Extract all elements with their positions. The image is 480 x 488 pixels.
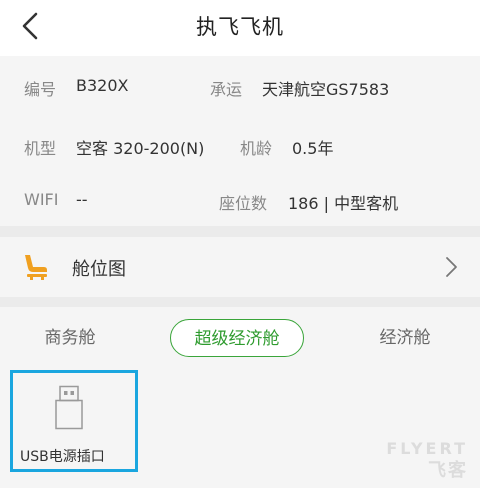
usb-icon: [55, 385, 83, 430]
cabin-tabs: 商务舱 超级经济舱 经济舱: [0, 307, 480, 367]
chevron-right-icon: [446, 257, 457, 277]
age-label: 机龄: [240, 139, 273, 158]
seats-label: 座位数: [219, 194, 268, 213]
info-row-model: 机型 空客 320-200(N) 机龄 0.5年: [0, 135, 480, 165]
info-row-wifi: WIFI -- 座位数 186 | 中型客机: [0, 190, 480, 220]
flyert-watermark: FLYERT 飞客: [386, 439, 468, 482]
tab-business[interactable]: 商务舱: [30, 319, 110, 357]
registration-label: 编号: [24, 80, 57, 99]
section-divider: [0, 297, 480, 307]
wifi-label: WIFI: [24, 190, 59, 209]
model-label: 机型: [24, 139, 57, 158]
wifi-value: --: [76, 190, 88, 209]
aircraft-page: 执飞飞机 编号 B320X 承运 天津航空GS7583 机型 空客 320-20…: [0, 0, 480, 488]
info-row-registration: 编号 B320X 承运 天津航空GS7583: [0, 76, 480, 106]
registration-value: B320X: [76, 76, 129, 95]
model-value: 空客 320-200(N): [76, 139, 205, 158]
aircraft-info-panel: 编号 B320X 承运 天津航空GS7583 机型 空客 320-200(N) …: [0, 56, 480, 226]
carrier-value: 天津航空GS7583: [262, 80, 390, 99]
tab-premium-economy[interactable]: 超级经济舱: [170, 319, 304, 357]
carrier-label: 承运: [210, 80, 243, 99]
age-value: 0.5年: [292, 139, 334, 158]
tab-economy[interactable]: 经济舱: [365, 319, 445, 357]
seats-value: 186 | 中型客机: [288, 194, 399, 213]
facilities-section: USB电源插口 FLYERT 飞客: [0, 367, 480, 488]
seatmap-label: 舱位图: [72, 259, 126, 280]
section-divider: [0, 226, 480, 237]
facility-label: USB电源插口: [20, 449, 105, 465]
facility-usb[interactable]: USB电源插口: [10, 370, 138, 472]
watermark-line2: 飞客: [428, 460, 468, 481]
page-title: 执飞飞机: [196, 15, 284, 39]
header: 执飞飞机: [0, 0, 480, 52]
seatmap-link[interactable]: 舱位图: [0, 237, 480, 297]
seat-icon: [25, 255, 47, 280]
